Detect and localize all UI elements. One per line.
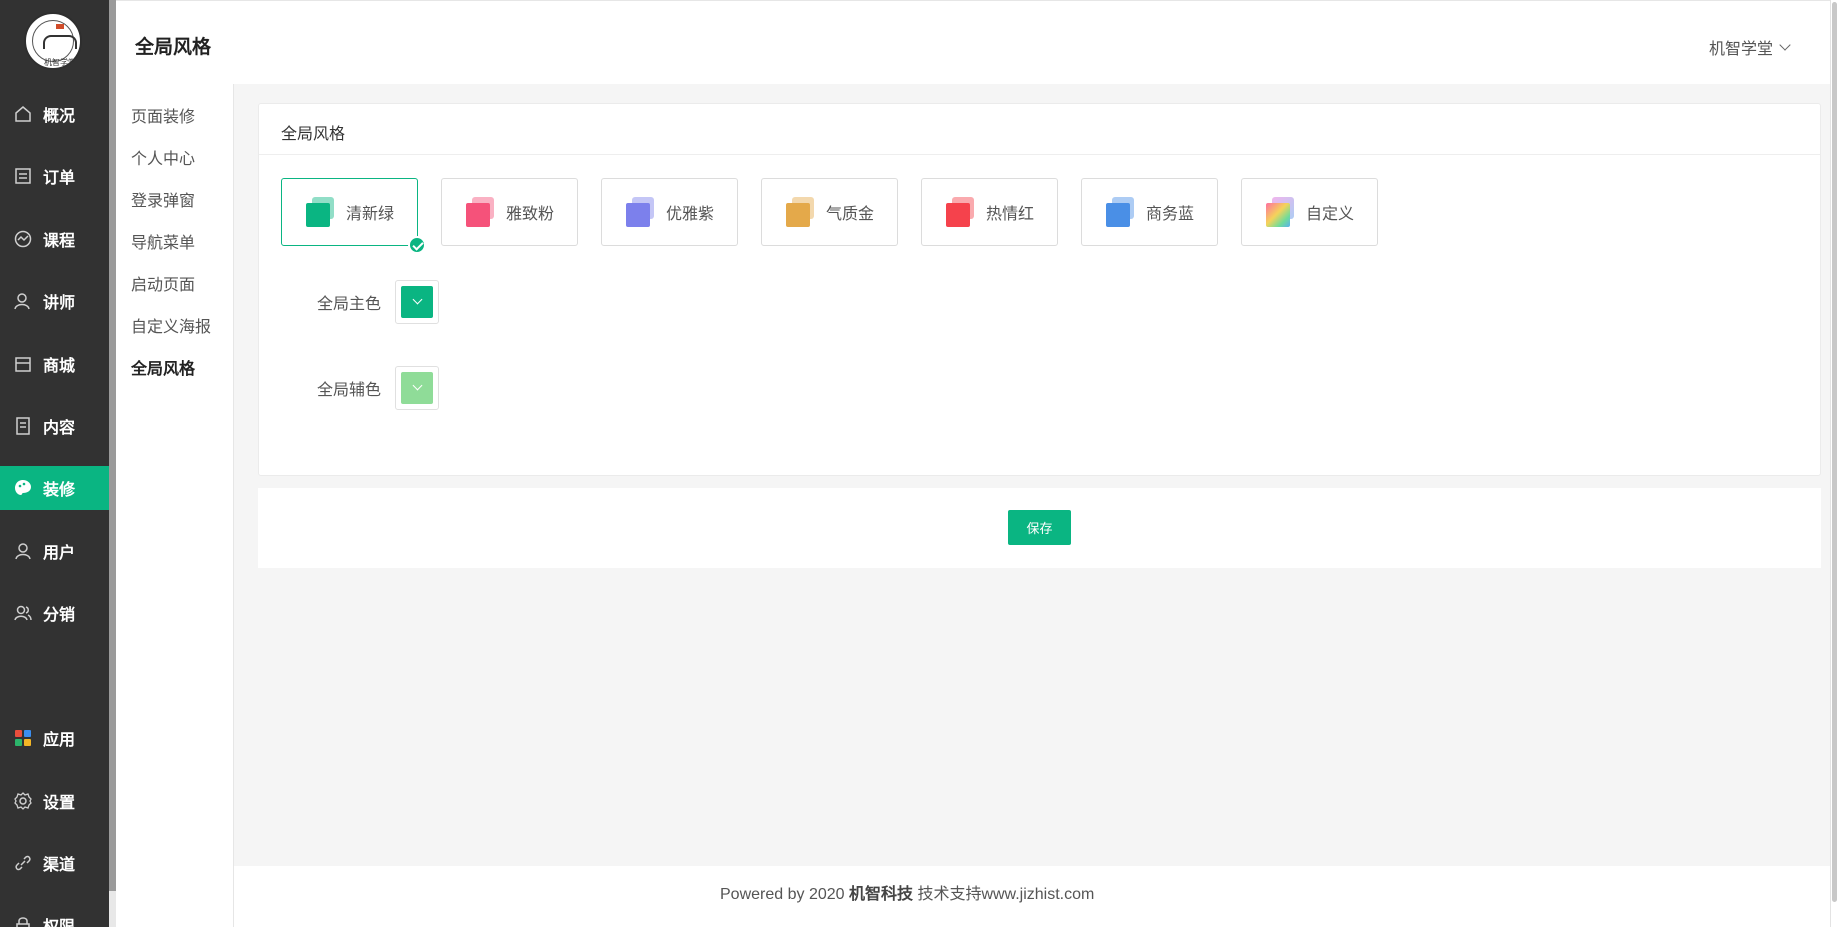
apps-icon	[13, 728, 33, 748]
logo[interactable]: 机智学堂	[24, 12, 82, 70]
settings-icon	[13, 791, 33, 811]
subnav-item-nav-menu[interactable]: 导航菜单	[131, 229, 195, 253]
top-header: 全局风格 机智学堂	[116, 0, 1838, 84]
theme-passion-red[interactable]: 热情红	[921, 178, 1058, 246]
card-title: 全局风格	[281, 126, 346, 143]
chevron-down-icon	[1779, 39, 1791, 51]
course-icon	[13, 229, 33, 249]
footer-company: 机智科技	[848, 886, 913, 903]
primary-color-row: 全局主色	[317, 280, 439, 324]
user-menu[interactable]: 机智学堂	[1708, 35, 1791, 59]
secondary-color-label: 全局辅色	[317, 382, 382, 399]
theme-elegant-purple[interactable]: 优雅紫	[601, 178, 738, 246]
theme-business-blue[interactable]: 商务蓝	[1081, 178, 1218, 246]
subnav-item-page-decoration[interactable]: 页面装修	[131, 103, 195, 127]
nav-item-teachers[interactable]: 讲师	[0, 279, 109, 323]
page-title: 全局风格	[135, 37, 212, 58]
secondary-color-row: 全局辅色	[317, 366, 439, 410]
user-icon	[13, 541, 33, 561]
save-button[interactable]: 保存	[1008, 510, 1071, 545]
logo-text: 机智学堂	[44, 58, 76, 67]
book-icon	[43, 35, 77, 49]
chevron-down-icon	[401, 286, 433, 318]
sub-nav: 页面装修 个人中心 登录弹窗 导航菜单 启动页面 自定义海报 全局风格	[116, 84, 234, 927]
content-icon	[13, 416, 33, 436]
user-name: 机智学堂	[1708, 41, 1773, 58]
permission-icon	[13, 915, 33, 927]
distribution-icon	[13, 603, 33, 623]
nav-scrollbar[interactable]	[109, 0, 116, 891]
footer: Powered by 2020 机智科技 技术支持www.jizhist.com	[234, 866, 1830, 927]
shop-icon	[13, 354, 33, 374]
page-scrollbar[interactable]	[1832, 2, 1837, 902]
check-icon	[408, 236, 426, 254]
global-style-card: 全局风格 清新绿 雅致粉 优雅紫 气质金 热情红 商务蓝 自定义 全局主色 全局…	[258, 103, 1821, 476]
gold-swatch-icon	[786, 197, 816, 227]
pink-swatch-icon	[466, 197, 496, 227]
theme-elegant-pink[interactable]: 雅致粉	[441, 178, 578, 246]
subnav-item-global-style[interactable]: 全局风格	[131, 355, 195, 379]
primary-color-label: 全局主色	[317, 296, 382, 313]
subnav-item-personal-center[interactable]: 个人中心	[131, 145, 195, 169]
nav-item-decorate[interactable]: 装修	[0, 466, 109, 510]
secondary-color-picker[interactable]	[395, 366, 439, 410]
primary-color-picker[interactable]	[395, 280, 439, 324]
nav-item-apps[interactable]: 应用	[0, 716, 109, 760]
theme-custom[interactable]: 自定义	[1241, 178, 1378, 246]
channel-icon	[13, 853, 33, 873]
save-bar: 保存	[258, 488, 1821, 568]
main-nav: 机智学堂 概况 订单 课程 讲师 商城 内容 装修 用户 分销 应用 设置 渠道	[0, 0, 109, 927]
nav-item-orders[interactable]: 订单	[0, 154, 109, 198]
nav-item-settings[interactable]: 设置	[0, 779, 109, 823]
nav-scroll-track	[109, 891, 116, 927]
nav-item-users[interactable]: 用户	[0, 529, 109, 573]
home-icon	[13, 104, 33, 124]
card-header: 全局风格	[259, 104, 1820, 155]
nav-item-shop[interactable]: 商城	[0, 342, 109, 386]
crown-icon	[56, 24, 64, 29]
nav-item-courses[interactable]: 课程	[0, 217, 109, 261]
subnav-item-launch-page[interactable]: 启动页面	[131, 271, 195, 295]
chevron-down-icon	[401, 372, 433, 404]
green-swatch-icon	[306, 197, 336, 227]
nav-item-channel[interactable]: 渠道	[0, 841, 109, 885]
theme-fresh-green[interactable]: 清新绿	[281, 178, 426, 254]
subnav-item-login-popup[interactable]: 登录弹窗	[131, 187, 195, 211]
nav-item-distribution[interactable]: 分销	[0, 591, 109, 635]
gradient-swatch-icon	[1266, 197, 1296, 227]
purple-swatch-icon	[626, 197, 656, 227]
theme-gold[interactable]: 气质金	[761, 178, 898, 246]
decorate-icon	[13, 478, 33, 498]
red-swatch-icon	[946, 197, 976, 227]
teacher-icon	[13, 291, 33, 311]
blue-swatch-icon	[1106, 197, 1136, 227]
subnav-item-custom-poster[interactable]: 自定义海报	[131, 313, 211, 337]
nav-item-content[interactable]: 内容	[0, 404, 109, 448]
footer-text: Powered by 2020 机智科技 技术支持www.jizhist.com	[720, 886, 1095, 903]
nav-item-permission[interactable]: 权限	[0, 903, 109, 927]
nav-item-overview[interactable]: 概况	[0, 92, 109, 136]
order-icon	[13, 166, 33, 186]
